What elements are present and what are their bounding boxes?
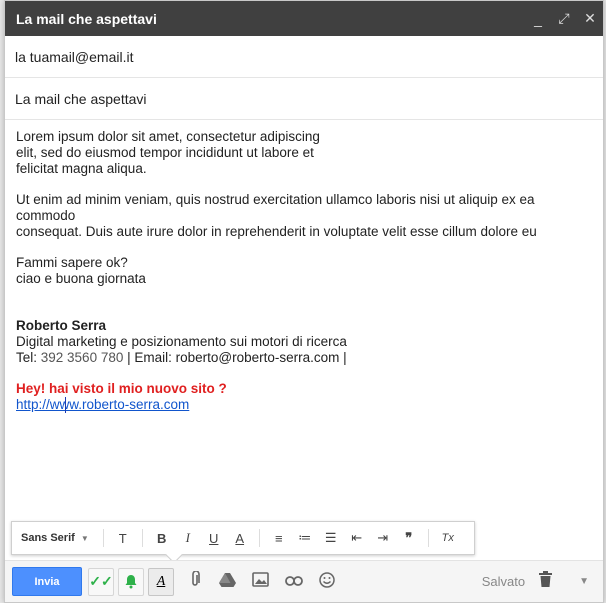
signature-tel-label: Tel:	[16, 350, 41, 365]
body-line: Lorem ipsum dolor sit amet, consectetur …	[16, 129, 320, 144]
compose-title: La mail che aspettavi	[16, 10, 157, 27]
compose-window: La mail che aspettavi _ ⤢ ✕ la tuamail@e…	[4, 0, 604, 603]
signature-promo: Hey! hai visto il mio nuovo sito ? http:…	[16, 381, 592, 413]
signature: Roberto Serra Digital marketing e posizi…	[16, 318, 592, 366]
signature-phone[interactable]: 392 3560 780	[41, 350, 124, 365]
emoji-icon[interactable]	[310, 571, 343, 592]
signature-role: Digital marketing e posizionamento sui m…	[16, 334, 347, 349]
text-size-icon[interactable]: T	[110, 531, 136, 546]
align-icon[interactable]: ≡	[266, 531, 292, 546]
minimize-icon[interactable]: _	[525, 6, 551, 32]
text-cursor	[65, 397, 66, 413]
close-icon[interactable]: ✕	[577, 6, 603, 32]
insert-link-icon[interactable]	[277, 573, 310, 590]
attach-icon[interactable]	[178, 570, 211, 592]
body-line: ciao e buona giornata	[16, 271, 146, 286]
body-paragraph-2: Ut enim ad minim veniam, quis nostrud ex…	[16, 192, 592, 240]
toolbar-divider	[102, 529, 104, 547]
promo-text: Hey! hai visto il mio nuovo sito ?	[16, 381, 227, 396]
body-line: elit, sed do eiusmod tempor incididunt u…	[16, 145, 314, 160]
send-button[interactable]: Invia	[12, 567, 82, 596]
quote-icon[interactable]: ❞	[396, 530, 422, 546]
compose-bottom-bar: Invia ✓✓ A Salvato ▼	[5, 560, 603, 602]
bell-icon[interactable]	[118, 567, 144, 596]
bold-icon[interactable]: B	[149, 531, 175, 546]
body-line: felicitat magna aliqua.	[16, 161, 147, 176]
subject-field[interactable]: La mail che aspettavi	[5, 78, 603, 120]
toolbar-divider	[258, 529, 260, 547]
numbered-list-icon[interactable]: ≔	[292, 530, 318, 546]
body-line: Fammi sapere ok?	[16, 255, 128, 270]
italic-icon[interactable]: I	[175, 530, 201, 546]
insert-photo-icon[interactable]	[244, 572, 277, 591]
to-value: la tuamail@email.it	[15, 48, 134, 65]
compose-titlebar[interactable]: La mail che aspettavi _ ⤢ ✕	[5, 1, 603, 36]
body-line: consequat. Duis aute irure dolor in repr…	[16, 224, 537, 239]
subject-value: La mail che aspettavi	[15, 90, 147, 107]
saved-status: Salvato	[481, 574, 526, 589]
body-paragraph-1: Lorem ipsum dolor sit amet, consectetur …	[16, 129, 592, 177]
more-options-icon[interactable]: ▼	[579, 576, 589, 587]
website-link[interactable]: http://www.roberto-serra.com	[16, 397, 189, 412]
indent-more-icon[interactable]: ⇥	[370, 530, 396, 546]
text-color-icon[interactable]: A	[227, 531, 253, 546]
signature-separator: |	[123, 350, 135, 365]
double-check-icon[interactable]: ✓✓	[88, 567, 114, 596]
signature-name: Roberto Serra	[16, 318, 107, 333]
bulleted-list-icon[interactable]: ☰	[318, 530, 344, 546]
formatting-toolbar: Sans Serif ▼ T B I U A ≡ ≔ ☰ ⇤ ⇥ ❞ Tx	[11, 521, 475, 564]
toolbar-divider	[141, 529, 143, 547]
indent-less-icon[interactable]: ⇤	[344, 530, 370, 546]
expand-icon[interactable]: ⤢	[551, 6, 577, 32]
font-select[interactable]: Sans Serif	[21, 532, 75, 544]
message-body[interactable]: Lorem ipsum dolor sit amet, consectetur …	[5, 120, 603, 490]
clear-formatting-icon[interactable]: Tx	[435, 532, 461, 544]
signature-email: Email: roberto@roberto-serra.com |	[134, 350, 347, 365]
toolbar-divider	[427, 529, 429, 547]
underline-icon[interactable]: U	[201, 531, 227, 546]
formatting-options-icon[interactable]: A	[148, 567, 174, 596]
chevron-down-icon[interactable]: ▼	[81, 534, 89, 543]
to-field[interactable]: la tuamail@email.it	[5, 36, 603, 78]
drive-icon[interactable]	[211, 572, 244, 591]
body-paragraph-3: Fammi sapere ok? ciao e buona giornata	[16, 255, 592, 287]
body-line: Ut enim ad minim veniam, quis nostrud ex…	[16, 192, 535, 223]
trash-icon[interactable]	[535, 571, 555, 592]
